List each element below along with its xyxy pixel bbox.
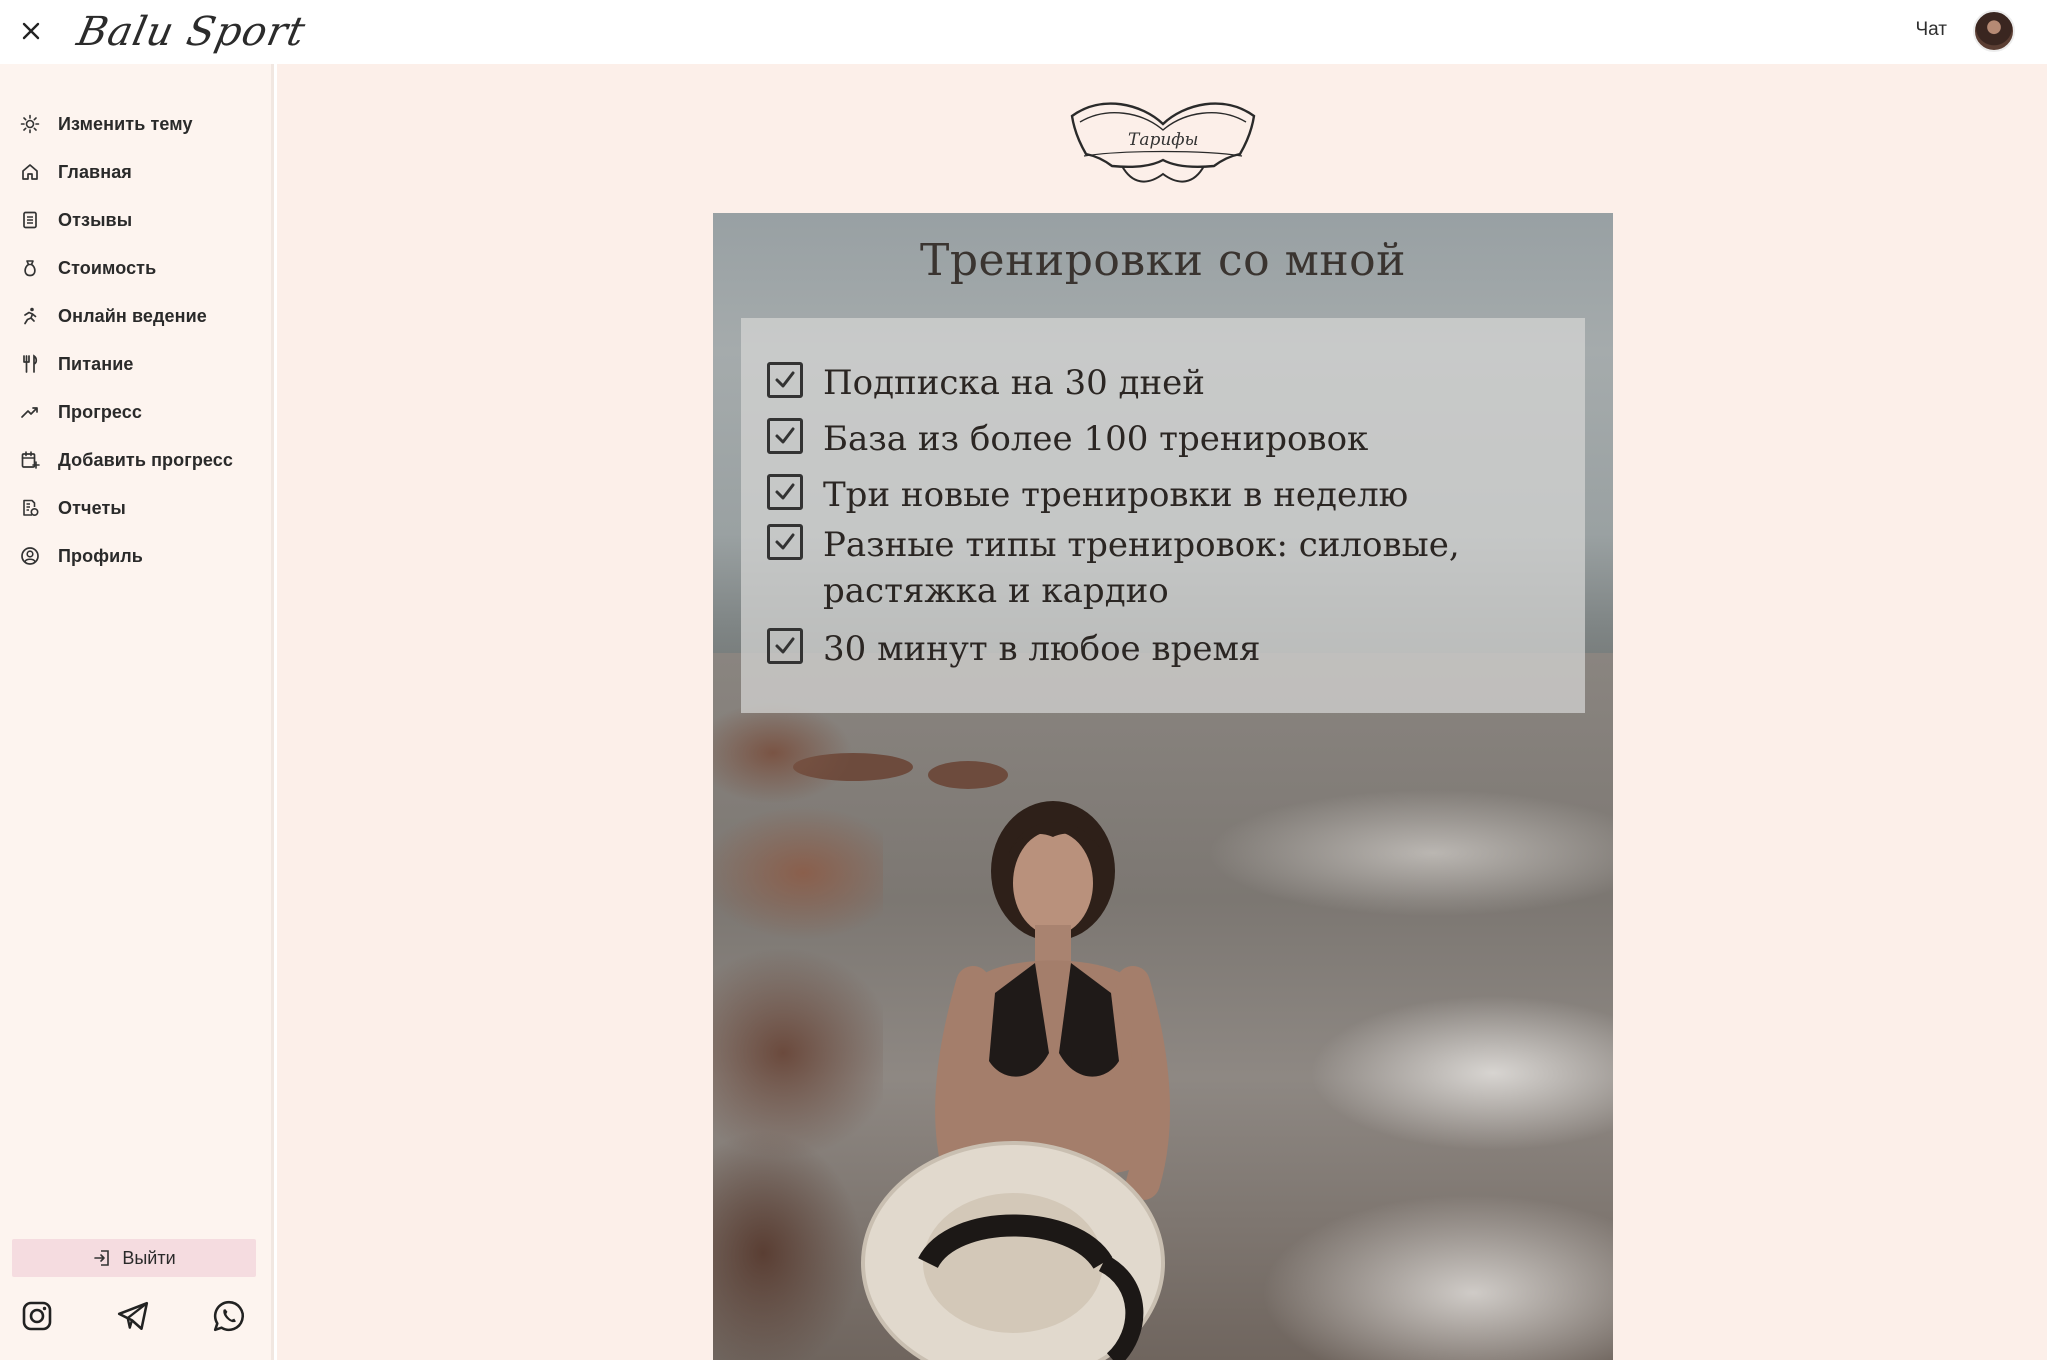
checklist-item: Три новые тренировки в неделю [767, 472, 1408, 518]
calendar-add-icon [18, 448, 42, 472]
sidebar-item-change-theme[interactable]: Изменить тему [0, 100, 274, 148]
logout-button[interactable]: Выйти [12, 1239, 256, 1277]
user-circle-icon [18, 544, 42, 568]
clipboard-icon [18, 208, 42, 232]
whatsapp-icon [213, 1300, 244, 1332]
sidebar-item-label: Отчеты [58, 497, 126, 518]
checkbox-checked-icon [767, 362, 803, 398]
checklist-item: База из более 100 тренировок [767, 416, 1368, 462]
features-checklist: Подписка на 30 дней База из более 100 тр… [741, 318, 1585, 713]
whatsapp-link[interactable] [210, 1297, 248, 1335]
checklist-item: Подписка на 30 дней [767, 360, 1205, 406]
checkbox-checked-icon [767, 474, 803, 510]
checkbox-checked-icon [767, 628, 803, 664]
sidebar-item-label: Профиль [58, 545, 143, 566]
sidebar-item-label: Онлайн ведение [58, 305, 207, 326]
checklist-item-text-line2: растяжка и кардио [823, 571, 1169, 611]
sidebar-item-label: Прогресс [58, 401, 143, 422]
sun-icon [18, 112, 42, 136]
sidebar-item-reviews[interactable]: Отзывы [0, 196, 274, 244]
telegram-link[interactable] [114, 1297, 152, 1335]
instagram-icon [22, 1301, 52, 1331]
sidebar-item-add-progress[interactable]: Добавить прогресс [0, 436, 274, 484]
checklist-item: Разные типы тренировок: силовые, растяжк… [767, 522, 1460, 614]
sidebar-item-profile[interactable]: Профиль [0, 532, 274, 580]
checklist-item-text: Разные типы тренировок: силовые, [823, 525, 1460, 565]
main-content: Тарифы Тренировки со мной Подписка на 30… [277, 64, 2047, 1360]
trending-up-icon [18, 400, 42, 424]
brand-logo[interactable]: Balu Sport [72, 6, 310, 58]
money-bag-icon [18, 256, 42, 280]
checklist-item-text: Три новые тренировки в неделю [823, 475, 1409, 515]
fork-knife-icon [18, 352, 42, 376]
promo-card: Тренировки со мной Подписка на 30 дней Б… [713, 213, 1613, 1360]
instagram-link[interactable] [18, 1297, 56, 1335]
checklist-item-text: 30 минут в любое время [823, 629, 1261, 669]
avatar[interactable] [1973, 10, 2015, 52]
top-bar: Balu Sport Чат [0, 0, 2047, 64]
logout-icon [94, 1250, 110, 1266]
sidebar-item-label: Добавить прогресс [58, 449, 234, 470]
sidebar-item-online-coaching[interactable]: Онлайн ведение [0, 292, 274, 340]
telegram-icon [117, 1301, 149, 1331]
sidebar-item-nutrition[interactable]: Питание [0, 340, 274, 388]
sidebar: Изменить тему Главная Отзывы Стоимость О [0, 64, 274, 1360]
sidebar-item-progress[interactable]: Прогресс [0, 388, 274, 436]
logout-label: Выйти [122, 1247, 176, 1268]
promo-title: Тренировки со мной [920, 235, 1406, 286]
checkbox-checked-icon [767, 418, 803, 454]
chat-link[interactable]: Чат [1915, 19, 1947, 41]
running-icon [18, 304, 42, 328]
home-icon [18, 160, 42, 184]
checklist-item-text-block: Разные типы тренировок: силовые, растяжк… [823, 522, 1460, 614]
sidebar-item-home[interactable]: Главная [0, 148, 274, 196]
sidebar-item-pricing[interactable]: Стоимость [0, 244, 274, 292]
checklist-item: 30 минут в любое время [767, 626, 1260, 672]
sidebar-item-label: Отзывы [58, 209, 133, 230]
tariffs-emblem-text: Тарифы [1128, 130, 1199, 150]
checklist-item-text: Подписка на 30 дней [823, 363, 1205, 403]
sidebar-item-label: Изменить тему [58, 113, 193, 134]
sidebar-item-label: Главная [58, 161, 132, 182]
checkbox-checked-icon [767, 524, 803, 560]
sidebar-item-reports[interactable]: Отчеты [0, 484, 274, 532]
close-menu-button[interactable] [14, 14, 48, 48]
rock-shape [928, 761, 1008, 789]
woman-photo-figure [861, 801, 1171, 1360]
close-icon [22, 22, 40, 40]
sidebar-item-label: Питание [58, 353, 134, 374]
social-links [0, 1289, 274, 1349]
checklist-item-text: База из более 100 тренировок [823, 419, 1369, 459]
report-icon [18, 496, 42, 520]
sidebar-item-label: Стоимость [58, 257, 157, 278]
sidebar-nav: Изменить тему Главная Отзывы Стоимость О [0, 100, 274, 580]
